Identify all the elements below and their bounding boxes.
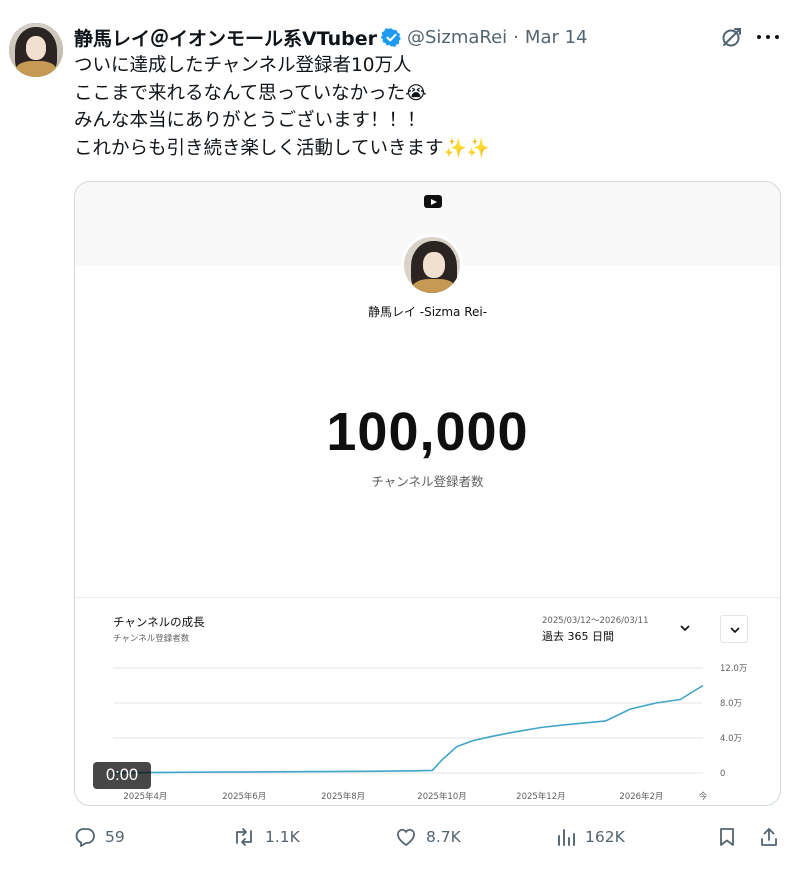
chevron-down-icon[interactable] bbox=[678, 620, 692, 634]
retweet-icon bbox=[236, 828, 252, 846]
tweet-actions: 59 1.1K 8.7K 162K bbox=[74, 822, 780, 852]
author-handle[interactable]: @SizmaRei bbox=[407, 27, 507, 48]
retweet-count: 1.1K bbox=[265, 828, 300, 846]
reply-button[interactable]: 59 bbox=[74, 822, 125, 852]
media-card[interactable]: 静馬レイ -Sizma Rei- 100,000 チャンネル登録者数 チャンネル… bbox=[74, 181, 781, 806]
like-button[interactable]: 8.7K bbox=[395, 822, 461, 852]
tweet-header: 静馬レイ＠イオンモール系VTuber @SizmaRei · Mar 14 bbox=[74, 22, 588, 52]
x-tick-label: 2025年8月 bbox=[321, 791, 365, 802]
retweet-button[interactable]: 1.1K bbox=[232, 822, 300, 852]
divider bbox=[75, 597, 780, 598]
y-tick-label: 12.0万 bbox=[720, 664, 747, 674]
x-tick-label: 2025年4月 bbox=[123, 791, 167, 802]
subscriber-count: 100,000 bbox=[326, 402, 529, 462]
tweet-text: ついに達成したチャンネル登録者10万人 ここまで来れるなんて思っていなかった😭 … bbox=[74, 52, 490, 162]
author-avatar[interactable] bbox=[9, 23, 63, 77]
heart-icon bbox=[397, 828, 415, 846]
tweet-text-line: ここまで来れるなんて思っていなかった😭 bbox=[74, 82, 427, 104]
share-button[interactable] bbox=[759, 822, 779, 852]
x-tick-label: 2025年12月 bbox=[516, 791, 565, 802]
reply-icon bbox=[75, 828, 95, 847]
subscriber-label: チャンネル登録者数 bbox=[371, 474, 484, 489]
views-count: 162K bbox=[585, 828, 625, 846]
youtube-icon bbox=[424, 195, 442, 208]
tweet-text-line: みんな本当にありがとうございます！！！ bbox=[74, 110, 426, 131]
grok-icon[interactable] bbox=[721, 26, 743, 48]
views-chart-icon bbox=[558, 829, 575, 846]
growth-chart: 0 4.0万 8.0万 12.0万 2025年4月 2025年6月 2025年8月 2025年… bbox=[112, 664, 747, 802]
growth-subtitle: チャンネル登録者数 bbox=[113, 634, 190, 644]
x-tick-label: 2025年10月 bbox=[417, 791, 466, 802]
tweet-text-line: これからも引き続き楽しく活動していきます✨✨ bbox=[74, 137, 490, 159]
channel-name: 静馬レイ -Sizma Rei- bbox=[367, 305, 488, 319]
expand-chart-button[interactable] bbox=[720, 615, 748, 643]
date-range: 2025/03/12〜2026/03/11 bbox=[542, 616, 649, 626]
series-line bbox=[112, 684, 704, 774]
more-icon[interactable] bbox=[757, 29, 779, 45]
x-tick-label: 今 bbox=[699, 791, 708, 802]
bookmark-icon bbox=[720, 828, 734, 846]
bookmark-button[interactable] bbox=[717, 822, 737, 852]
growth-title: チャンネルの成長 bbox=[113, 615, 205, 629]
tweet-date[interactable]: Mar 14 bbox=[525, 27, 588, 48]
like-count: 8.7K bbox=[426, 828, 461, 846]
separator-dot: · bbox=[513, 26, 519, 48]
verified-badge-icon[interactable] bbox=[380, 27, 402, 48]
views-button[interactable]: 162K bbox=[556, 822, 625, 852]
period-label: 過去 365 日間 bbox=[542, 630, 614, 643]
channel-avatar bbox=[401, 234, 463, 296]
author-name[interactable]: 静馬レイ＠イオンモール系VTuber bbox=[74, 24, 377, 51]
y-tick-label: 8.0万 bbox=[720, 699, 742, 709]
video-timestamp: 0:00 bbox=[93, 762, 151, 789]
share-icon bbox=[761, 828, 777, 846]
y-tick-label: 4.0万 bbox=[720, 734, 742, 744]
x-tick-label: 2025年6月 bbox=[222, 791, 266, 802]
tweet-text-line: ついに達成したチャンネル登録者10万人 bbox=[74, 55, 412, 76]
x-tick-label: 2026年2月 bbox=[619, 791, 663, 802]
y-tick-label: 0 bbox=[720, 769, 725, 779]
reply-count: 59 bbox=[105, 828, 125, 846]
